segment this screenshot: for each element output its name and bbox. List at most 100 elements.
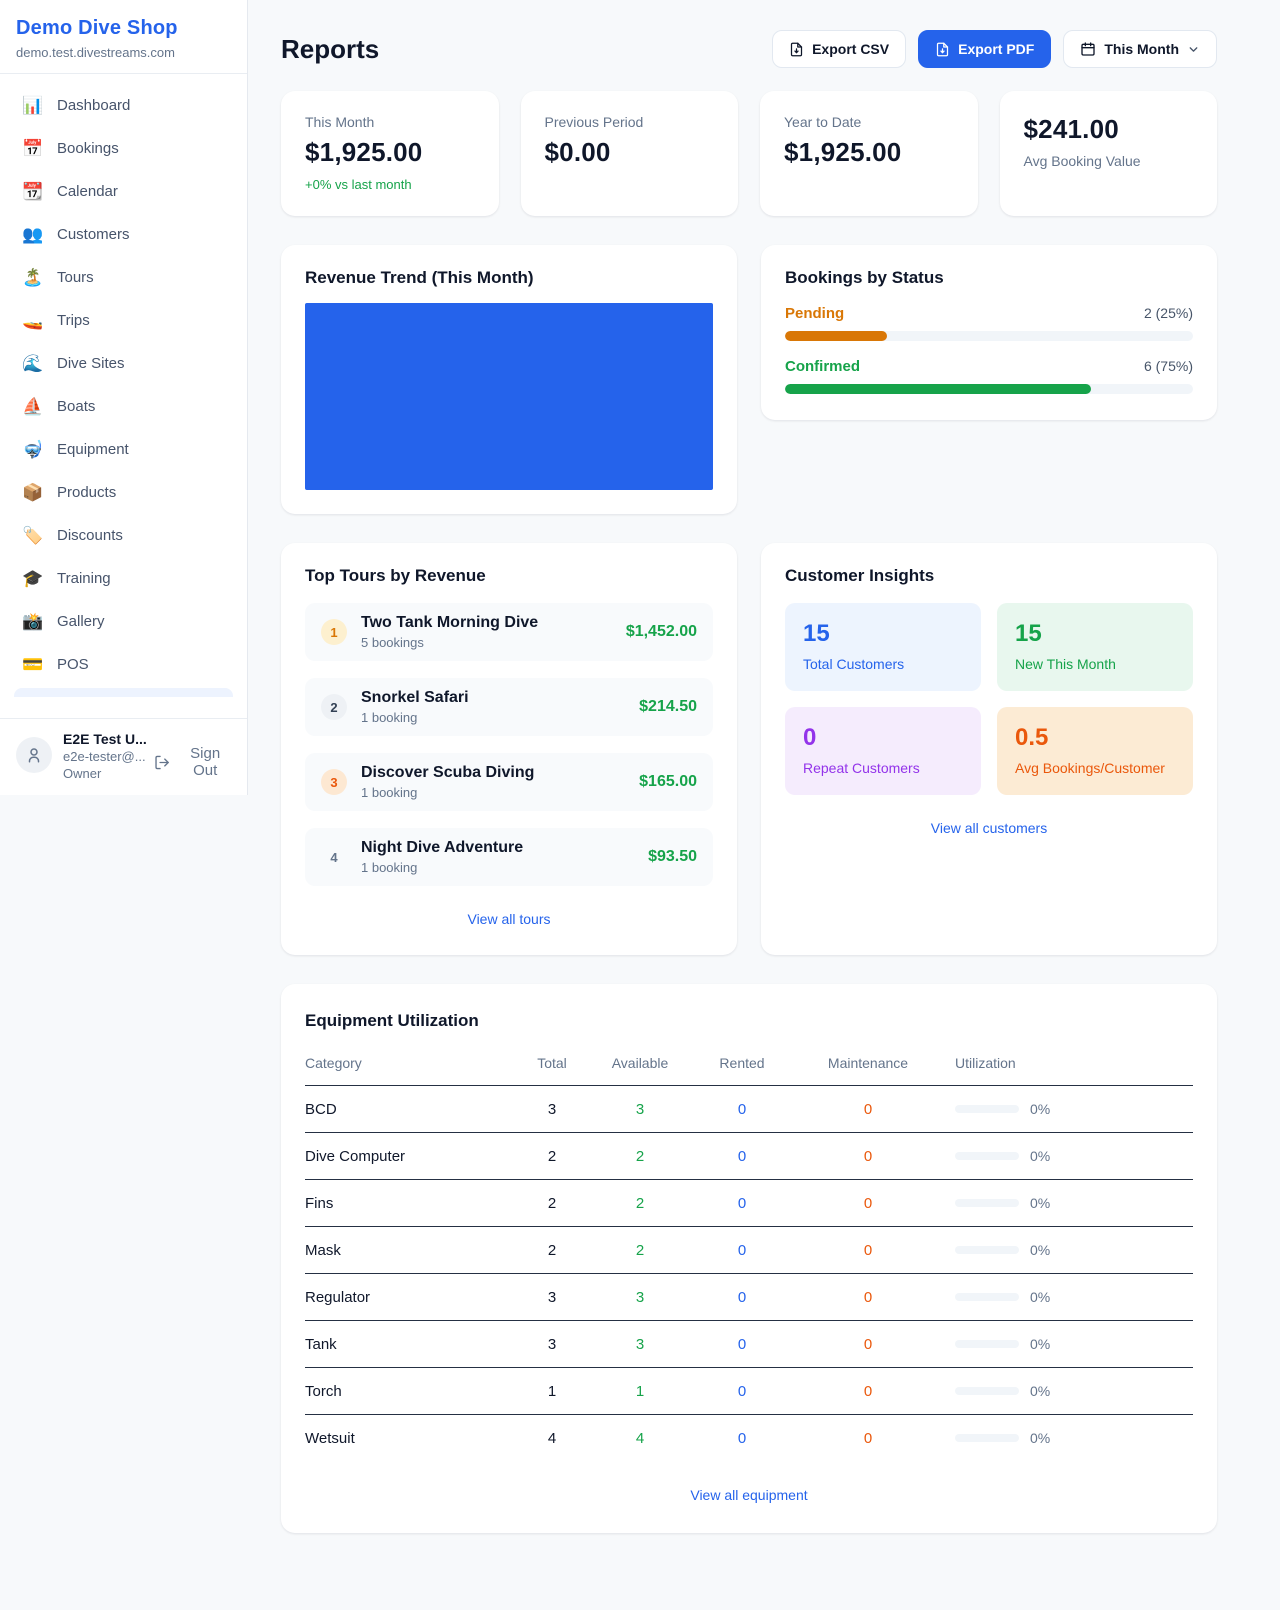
tour-name: Discover Scuba Diving — [361, 764, 534, 782]
stat-value: $1,925.00 — [305, 137, 475, 168]
user-meta: E2E Test U... e2e-tester@... Owner — [63, 731, 143, 781]
sidebar-item-label: POS — [57, 656, 89, 673]
cell-available: 4 — [599, 1415, 681, 1462]
cell-rented: 0 — [681, 1321, 803, 1368]
sidebar-item-dashboard[interactable]: 📊 Dashboard — [12, 84, 235, 127]
cell-utilization: 0% — [933, 1415, 1193, 1462]
export-pdf-button[interactable]: Export PDF — [918, 30, 1051, 68]
page-header: Reports Export CSV Export PDF This Month — [281, 30, 1217, 68]
tour-amount: $93.50 — [648, 848, 697, 866]
sidebar-item-customers[interactable]: 👥Customers — [12, 213, 235, 256]
sign-out-button[interactable]: Sign Out — [154, 745, 233, 779]
tour-amount: $214.50 — [639, 698, 697, 716]
view-all-equipment-link[interactable]: View all equipment — [690, 1487, 807, 1503]
status-label: Pending — [785, 305, 844, 322]
col-header-category: Category — [305, 1045, 505, 1086]
diving-mask-icon: 🤿 — [22, 440, 44, 460]
sidebar-item-calendar[interactable]: 📆Calendar — [12, 170, 235, 213]
people-icon: 👥 — [22, 225, 44, 245]
utilization-bar — [955, 1434, 1019, 1442]
tour-amount: $165.00 — [639, 773, 697, 791]
rank-badge: 4 — [321, 844, 347, 870]
cell-maintenance: 0 — [803, 1227, 933, 1274]
user-email: e2e-tester@... — [63, 749, 143, 764]
utilization-bar — [955, 1105, 1019, 1113]
rank-badge: 2 — [321, 694, 347, 720]
tour-name: Two Tank Morning Dive — [361, 614, 538, 632]
period-select[interactable]: This Month — [1063, 30, 1217, 68]
calendar-icon: 📅 — [22, 139, 44, 159]
cell-available: 1 — [599, 1368, 681, 1415]
tile-label: Avg Bookings/Customer — [1015, 760, 1175, 776]
wave-icon: 🌊 — [22, 354, 44, 374]
cell-category: BCD — [305, 1086, 505, 1133]
top-tours-title: Top Tours by Revenue — [305, 566, 713, 586]
col-header-utilization: Utilization — [933, 1045, 1193, 1086]
graduation-cap-icon: 🎓 — [22, 569, 44, 589]
cell-maintenance: 0 — [803, 1086, 933, 1133]
sidebar-item-tours[interactable]: 🏝️Tours — [12, 256, 235, 299]
status-row-confirmed: Confirmed 6 (75%) — [785, 358, 1193, 394]
file-download-icon — [935, 42, 950, 57]
utilization-percent: 0% — [1030, 1383, 1050, 1399]
sidebar-item-dive-sites[interactable]: 🌊 Dive Sites — [12, 342, 235, 385]
revenue-trend-chart — [305, 303, 713, 490]
utilization-bar — [955, 1340, 1019, 1348]
customer-insights-card: Customer Insights 15 Total Customers 15 … — [761, 543, 1217, 955]
sidebar-item-label: Calendar — [57, 183, 118, 200]
sidebar-item-label: Bookings — [57, 140, 119, 157]
cell-category: Fins — [305, 1180, 505, 1227]
export-pdf-label: Export PDF — [958, 41, 1034, 57]
stat-label: This Month — [305, 114, 475, 130]
utilization-bar — [955, 1387, 1019, 1395]
tile-value: 15 — [803, 620, 963, 648]
cell-utilization: 0% — [933, 1368, 1193, 1415]
tour-name: Snorkel Safari — [361, 689, 469, 707]
view-all-tours-link[interactable]: View all tours — [467, 911, 550, 927]
progress-track — [785, 384, 1193, 394]
cell-maintenance: 0 — [803, 1274, 933, 1321]
export-csv-button[interactable]: Export CSV — [772, 30, 906, 68]
table-row: Regulator33000% — [305, 1274, 1193, 1321]
stat-card-this-month: This Month $1,925.00 +0% vs last month — [281, 91, 499, 216]
equipment-utilization-title: Equipment Utilization — [305, 1011, 1193, 1031]
user-icon — [25, 746, 43, 764]
sidebar-item-training[interactable]: 🎓 Training — [12, 557, 235, 600]
cell-total: 3 — [505, 1274, 599, 1321]
sidebar-item-pos[interactable]: 💳POS — [12, 643, 235, 686]
tile-value: 15 — [1015, 620, 1175, 648]
sidebar-item-label: Training — [57, 570, 111, 587]
package-icon: 📦 — [22, 483, 44, 503]
sidebar-item-label: Dashboard — [57, 97, 130, 114]
cell-utilization: 0% — [933, 1133, 1193, 1180]
table-row: BCD33000% — [305, 1086, 1193, 1133]
sidebar-item-discounts[interactable]: 🏷️Discounts — [12, 514, 235, 557]
tour-amount: $1,452.00 — [626, 623, 697, 641]
sidebar-item-active-partial[interactable] — [14, 688, 233, 697]
sidebar-item-trips[interactable]: 🚤Trips — [12, 299, 235, 342]
view-all-customers-link[interactable]: View all customers — [931, 820, 1047, 836]
customer-insights-title: Customer Insights — [785, 566, 1193, 586]
cell-total: 3 — [505, 1321, 599, 1368]
cell-available: 2 — [599, 1227, 681, 1274]
sidebar-item-equipment[interactable]: 🤿Equipment — [12, 428, 235, 471]
sidebar-item-label: Dive Sites — [57, 355, 125, 372]
top-tours-card: Top Tours by Revenue 1 Two Tank Morning … — [281, 543, 737, 955]
cell-available: 3 — [599, 1274, 681, 1321]
cell-category: Tank — [305, 1321, 505, 1368]
tour-name: Night Dive Adventure — [361, 839, 523, 857]
sidebar-item-bookings[interactable]: 📅 Bookings — [12, 127, 235, 170]
tile-avg-bookings-customer: 0.5 Avg Bookings/Customer — [997, 707, 1193, 795]
stat-label: Year to Date — [784, 114, 954, 130]
sidebar-item-boats[interactable]: ⛵Boats — [12, 385, 235, 428]
status-row-pending: Pending 2 (25%) — [785, 305, 1193, 341]
cell-rented: 0 — [681, 1274, 803, 1321]
user-role: Owner — [63, 766, 143, 781]
sidebar-item-label: Discounts — [57, 527, 123, 544]
sidebar-item-gallery[interactable]: 📸Gallery — [12, 600, 235, 643]
sidebar-item-products[interactable]: 📦Products — [12, 471, 235, 514]
utilization-percent: 0% — [1030, 1430, 1050, 1446]
stat-card-year-to-date: Year to Date $1,925.00 — [760, 91, 978, 216]
bar-chart-icon: 📊 — [22, 96, 44, 116]
cell-rented: 0 — [681, 1180, 803, 1227]
